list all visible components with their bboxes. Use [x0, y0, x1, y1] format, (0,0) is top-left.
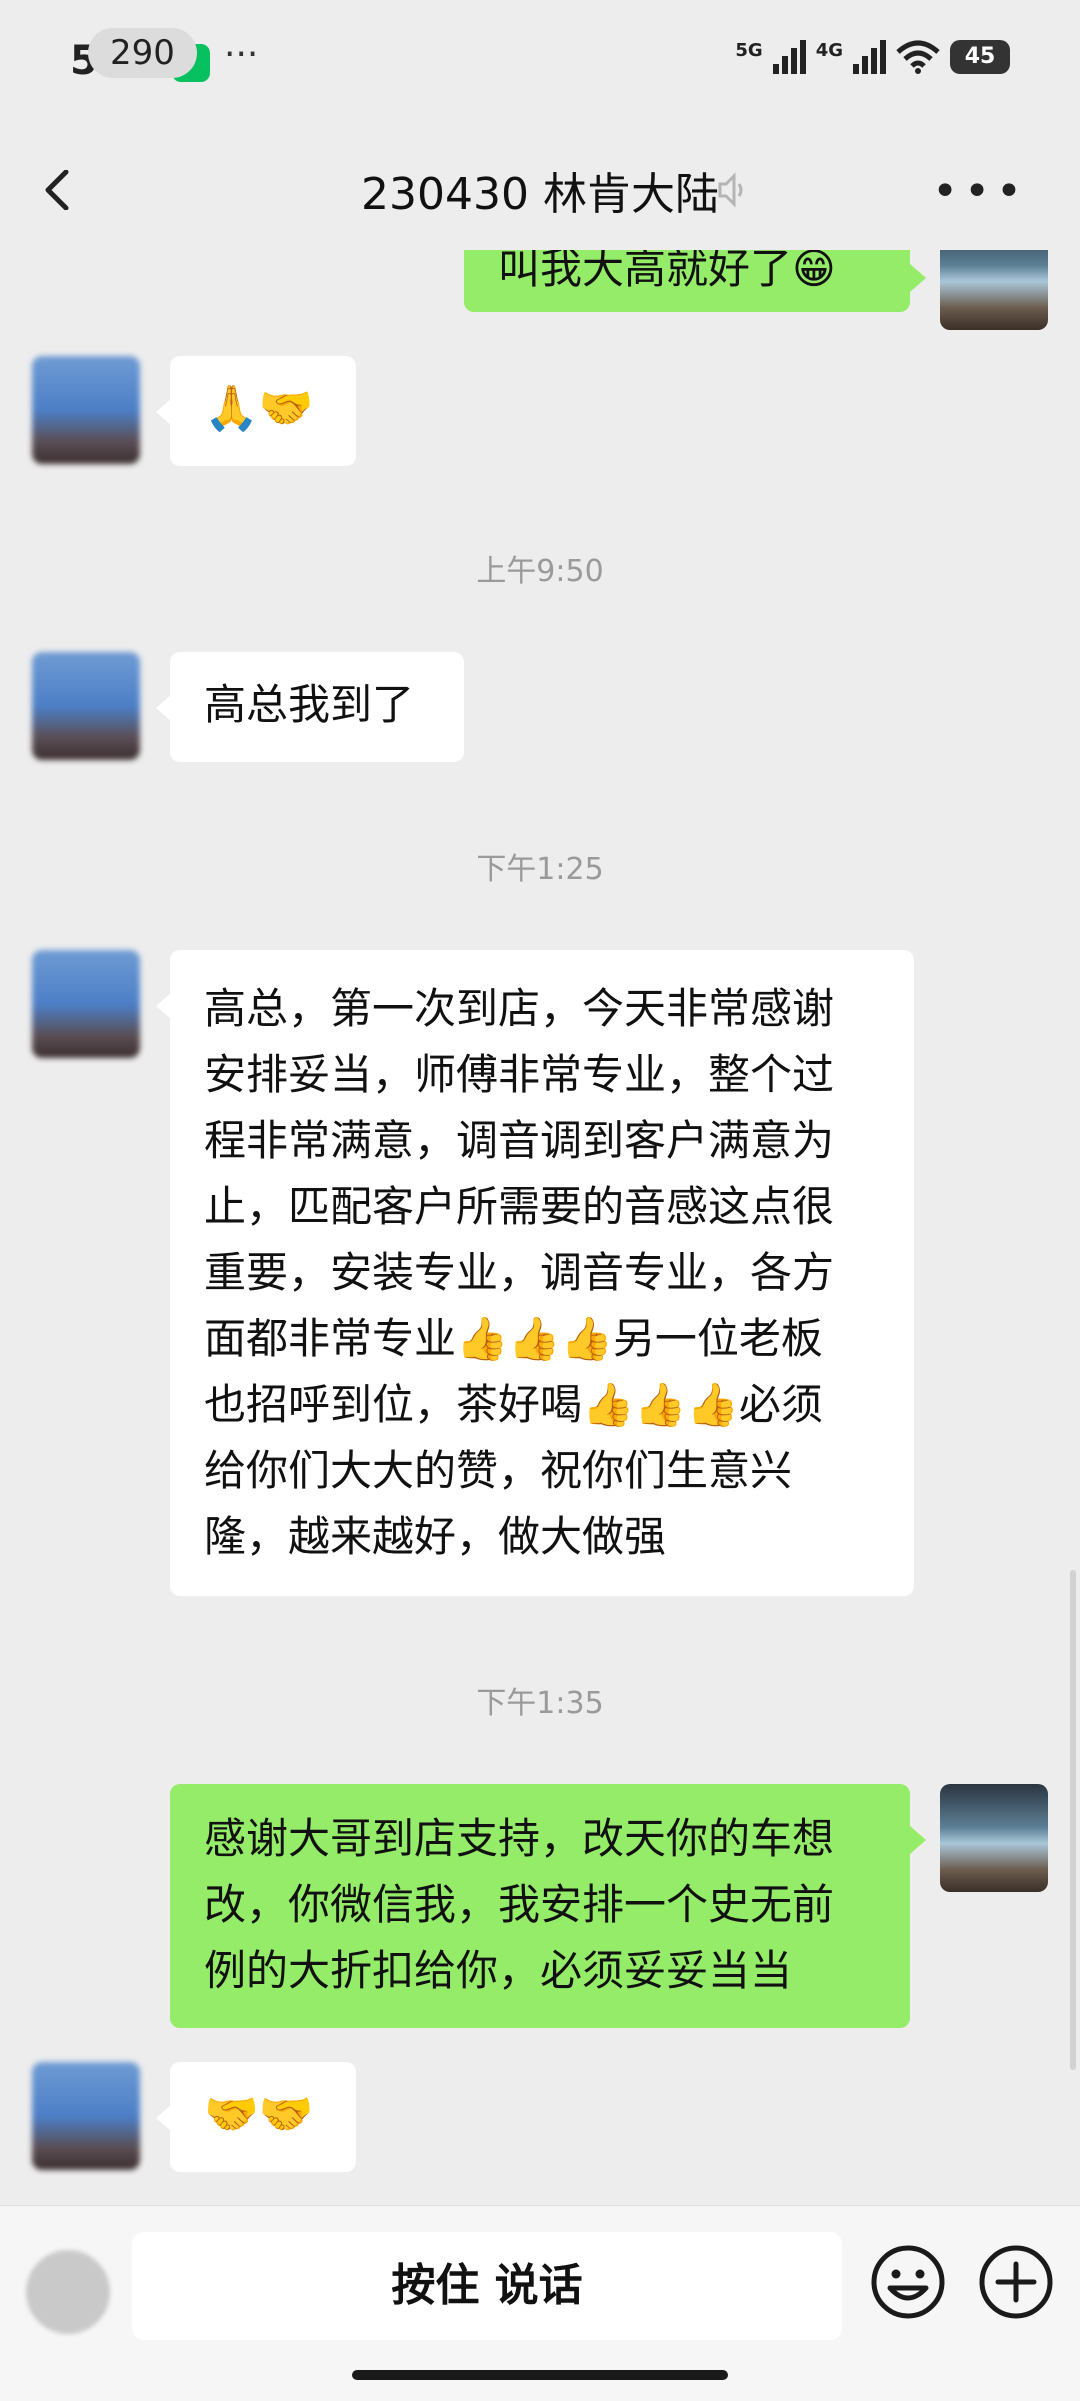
message-line: 重要，安装专业，调音专业，各方 — [204, 1248, 835, 1297]
message-line: 也招呼到位，茶好喝👍👍👍必须 — [204, 1380, 823, 1429]
contact-avatar[interactable] — [32, 950, 140, 1058]
message-line: 面都非常专业👍👍👍另一位老板 — [204, 1314, 823, 1363]
contact-avatar[interactable] — [32, 356, 140, 464]
message-timestamp: 下午1:35 — [476, 1686, 604, 1721]
contact-avatar[interactable] — [32, 2062, 140, 2170]
hold-to-talk-button[interactable]: 按住 说话 — [132, 2232, 842, 2340]
scrollbar[interactable] — [1070, 1570, 1076, 2070]
chat-header: 290 230430 林肯大陆 ••• — [0, 28, 1080, 250]
self-avatar[interactable] — [940, 250, 1048, 330]
home-indicator[interactable] — [352, 2370, 728, 2380]
battery-indicator: 45 — [950, 40, 1010, 74]
message-timestamp: 下午1:25 — [476, 852, 604, 887]
self-avatar[interactable] — [940, 1784, 1048, 1892]
chat-title: 230430 林肯大陆 — [0, 158, 1080, 222]
more-options-icon[interactable]: ••• — [932, 170, 1028, 214]
contact-avatar[interactable] — [32, 652, 140, 760]
message-text: 🙏🤝 — [204, 383, 314, 434]
emoji-icon[interactable] — [868, 2242, 948, 2322]
message-bubble-other[interactable]: 🤝🤝 — [170, 2062, 356, 2172]
message-bubble-other[interactable]: 🙏🤝 — [170, 356, 356, 466]
signal-icon-2 — [853, 40, 886, 74]
message-line: 高总，第一次到店，今天非常感谢 — [204, 984, 835, 1033]
message-timestamp: 上午9:50 — [476, 554, 604, 589]
message-line: 改，你微信我，我安排一个史无前 — [204, 1880, 835, 1929]
chat-message-list[interactable]: 叫我大高就好了😁 🙏🤝 上午9:50 高总我到了 下午1:25 高总，第一次到店… — [0, 250, 1080, 2205]
message-line: 止，匹配客户所需要的音感这点很 — [204, 1182, 835, 1231]
chat-title-text: 230430 林肯大陆 — [361, 169, 719, 220]
message-text: 🤝🤝 — [204, 2089, 314, 2140]
status-icons: 5G 4G 45 — [735, 40, 1010, 74]
more-notifications-icon: ··· — [224, 34, 259, 75]
bubble-tail — [910, 264, 926, 292]
message-bubble-self[interactable]: 感谢大哥到店支持，改天你的车想 改，你微信我，我安排一个史无前 例的大折扣给你，… — [170, 1784, 910, 2028]
wifi-icon — [896, 40, 940, 74]
message-line: 感谢大哥到店支持，改天你的车想 — [204, 1814, 835, 1863]
bubble-tail — [910, 1826, 926, 1854]
message-line: 程非常满意，调音调到客户满意为 — [204, 1116, 835, 1165]
voice-toggle-button[interactable] — [26, 2250, 110, 2334]
network-5g-label: 5G — [735, 40, 763, 61]
message-bubble-other[interactable]: 高总我到了 — [170, 652, 464, 762]
mute-icon — [718, 172, 743, 208]
plus-icon[interactable] — [976, 2242, 1056, 2322]
network-4g-label: 4G — [815, 40, 843, 61]
message-line: 隆，越来越好，做大做强 — [204, 1512, 667, 1561]
message-line: 给你们大大的赞，祝你们生意兴 — [204, 1446, 793, 1495]
message-bubble-self[interactable]: 叫我大高就好了😁 — [464, 250, 910, 312]
message-bubble-other-long[interactable]: 高总，第一次到店，今天非常感谢 安排妥当，师傅非常专业，整个过 程非常满意，调音… — [170, 950, 914, 1596]
message-text: 叫我大高就好了😁 — [498, 250, 836, 293]
message-line: 例的大折扣给你，必须妥妥当当 — [204, 1946, 793, 1995]
message-text: 高总我到了 — [204, 680, 415, 729]
unread-count-badge[interactable]: 290 — [88, 28, 197, 78]
signal-icon — [772, 40, 806, 74]
message-line: 安排妥当，师傅非常专业，整个过 — [204, 1050, 835, 1099]
